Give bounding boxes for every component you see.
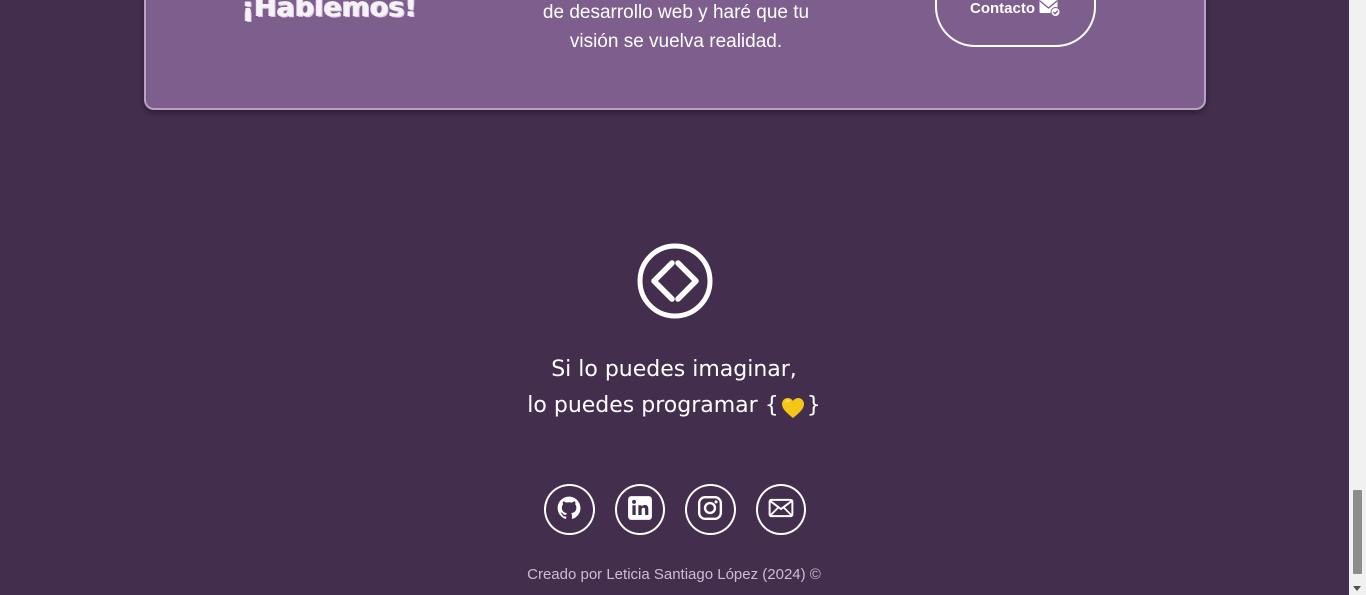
linkedin-link[interactable] (614, 484, 665, 535)
code-diamond-icon (636, 242, 714, 320)
social-links (544, 484, 806, 536)
cta-text: de desarrollo web y haré que tu visión s… (526, 0, 826, 56)
scroll-down-arrow-icon[interactable] (1353, 586, 1361, 591)
motto-line-2-text: lo puedes programar (527, 393, 758, 418)
motto-line-2: lo puedes programar { } (474, 388, 874, 424)
github-icon (556, 495, 582, 525)
instagram-icon (697, 495, 723, 525)
instagram-link[interactable] (685, 484, 736, 535)
envelope-check-icon (1039, 0, 1061, 17)
github-link[interactable] (544, 484, 595, 535)
email-link[interactable] (755, 484, 806, 535)
contact-button[interactable]: Contacto (935, 0, 1096, 47)
contact-cta-card: ¡Hablemos! de desarrollo web y haré que … (144, 0, 1206, 110)
brace-close: } (806, 393, 821, 418)
envelope-icon (768, 495, 794, 525)
brace-open: { (764, 393, 779, 418)
brace-heart-group: { } (765, 388, 821, 424)
linkedin-icon (627, 495, 653, 525)
footer-motto: Si lo puedes imaginar, lo puedes program… (474, 352, 874, 424)
motto-line-1: Si lo puedes imaginar, (551, 357, 797, 382)
page-scrollbar[interactable] (1349, 0, 1366, 595)
cta-text-line-2: visión se vuelva realidad. (569, 31, 783, 52)
contact-button-label: Contacto (970, 0, 1035, 17)
cta-text-line-1: de desarrollo web y haré que tu (542, 2, 810, 23)
yellow-heart-icon (781, 395, 805, 418)
footer-credit: Creado por Leticia Santiago López (2024)… (527, 566, 821, 583)
page: ¡Hablemos! de desarrollo web y haré que … (0, 0, 1349, 595)
cta-heading: ¡Hablemos! (242, 0, 418, 23)
scrollbar-thumb[interactable] (1353, 490, 1362, 574)
